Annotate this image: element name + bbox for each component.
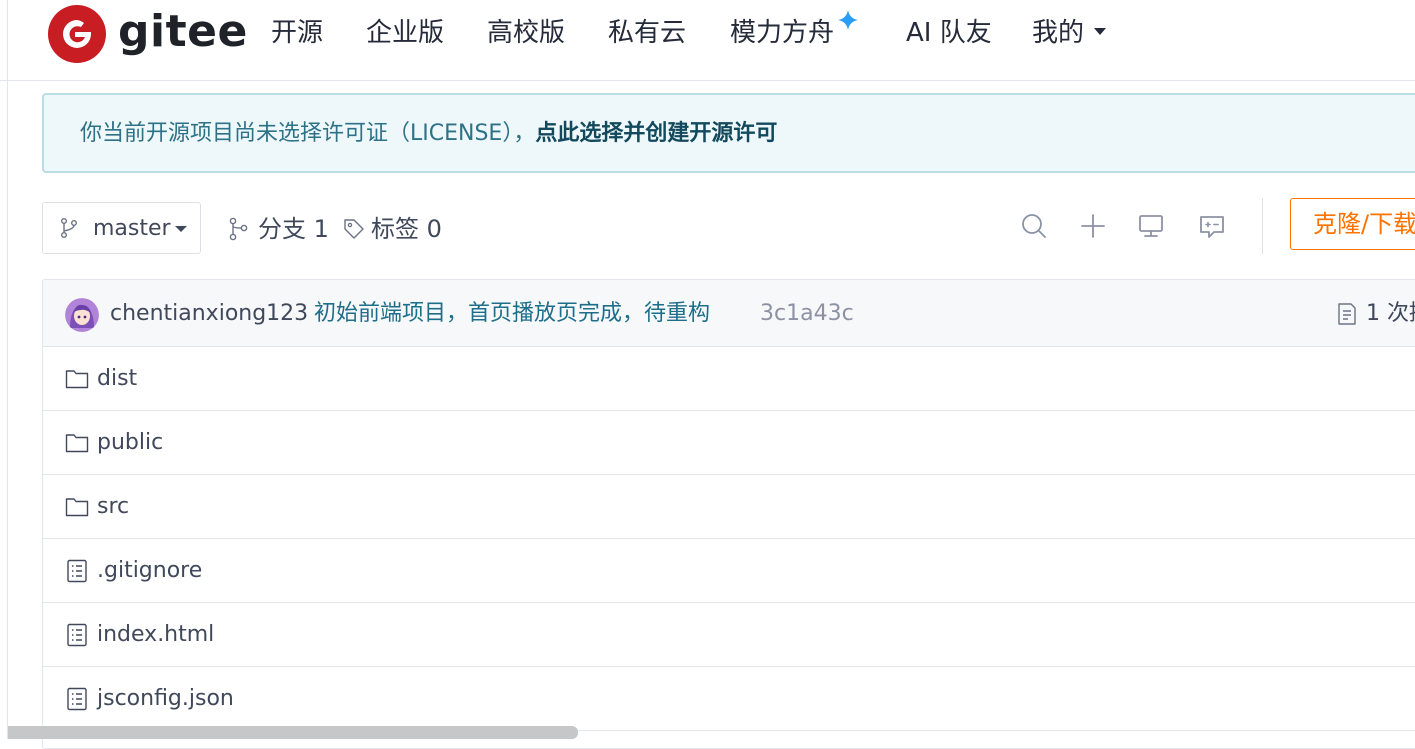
file-row-index-html[interactable]: index.html <box>43 603 1415 667</box>
file-text-icon <box>67 559 87 583</box>
logo-wordmark[interactable]: gitee <box>118 2 248 62</box>
caret-down-icon <box>1094 28 1107 35</box>
license-notice: 你当前开源项目尚未选择许可证（LICENSE），点此选择并创建开源许可 <box>80 118 777 150</box>
branch-name: master <box>93 216 171 241</box>
create-license-link[interactable]: 点此选择并创建开源许可 <box>535 121 777 146</box>
nav-open-source[interactable]: 开源 <box>271 14 323 52</box>
file-name[interactable]: jsconfig.json <box>97 684 234 714</box>
branch-icon <box>61 218 77 238</box>
nav-ai-teammate[interactable]: AI 队友 <box>906 14 992 52</box>
branches-count: 分支 1 <box>258 215 329 243</box>
folder-icon <box>65 370 89 389</box>
plus-icon[interactable] <box>1078 211 1108 241</box>
tag-icon <box>344 219 364 239</box>
commit-message[interactable]: 初始前端项目，首页播放页完成，待重构 <box>314 298 710 330</box>
commits-count: 1 次提 <box>1366 301 1415 326</box>
avatar[interactable] <box>65 298 99 332</box>
file-name[interactable]: src <box>97 492 129 522</box>
commit-sha[interactable]: 3c1a43c <box>760 298 854 330</box>
document-list-icon <box>1338 303 1356 325</box>
nav-moli-ark[interactable]: 模力方舟 <box>730 14 834 52</box>
file-text-icon <box>67 623 87 647</box>
branches-link[interactable]: 分支 1 <box>228 213 329 245</box>
file-name[interactable]: index.html <box>97 620 214 650</box>
monitor-icon[interactable] <box>1136 211 1166 241</box>
toolbar-divider <box>1262 198 1263 254</box>
horizontal-scrollbar[interactable] <box>8 726 578 739</box>
commit-author[interactable]: chentianxiong123 <box>110 298 308 330</box>
folder-icon <box>65 498 89 517</box>
top-navbar: gitee 开源 企业版 高校版 私有云 模力方舟 AI 队友 我的 <box>0 0 1415 81</box>
file-list: chentianxiong123 初始前端项目，首页播放页完成，待重构 3c1a… <box>42 279 1415 749</box>
file-name[interactable]: .gitignore <box>97 556 202 586</box>
folder-icon <box>65 434 89 453</box>
nav-enterprise[interactable]: 企业版 <box>366 14 444 52</box>
tags-link[interactable]: 标签 0 <box>342 213 442 245</box>
comment-icon[interactable] <box>1197 211 1227 241</box>
page-left-border <box>7 0 8 739</box>
commits-count-link[interactable]: 1 次提 <box>1336 298 1415 330</box>
file-row-src[interactable]: src <box>43 475 1415 539</box>
file-name[interactable]: public <box>97 428 163 458</box>
tags-count: 标签 0 <box>371 215 442 243</box>
file-row-public[interactable]: public <box>43 411 1415 475</box>
nav-mine-label: 我的 <box>1032 18 1085 48</box>
file-row-dist[interactable]: dist <box>43 347 1415 411</box>
nav-private-cloud[interactable]: 私有云 <box>608 14 686 52</box>
branch-icon <box>229 217 248 241</box>
nav-education[interactable]: 高校版 <box>487 14 565 52</box>
license-notice-banner: 你当前开源项目尚未选择许可证（LICENSE），点此选择并创建开源许可 <box>42 93 1415 173</box>
file-name[interactable]: dist <box>97 364 137 394</box>
file-row-gitignore[interactable]: .gitignore <box>43 539 1415 603</box>
caret-down-icon <box>175 226 187 232</box>
nav-mine-dropdown[interactable]: 我的 <box>1032 14 1107 52</box>
file-text-icon <box>67 687 87 711</box>
latest-commit-bar: chentianxiong123 初始前端项目，首页播放页完成，待重构 3c1a… <box>43 280 1415 347</box>
gitee-logo-icon[interactable] <box>48 5 106 63</box>
sparkle-icon <box>838 10 858 30</box>
branch-select[interactable]: master <box>42 202 201 254</box>
clone-download-button[interactable]: 克隆/下载 <box>1290 198 1415 250</box>
file-row-jsconfig[interactable]: jsconfig.json <box>43 667 1415 731</box>
license-notice-text: 你当前开源项目尚未选择许可证（LICENSE）， <box>80 121 536 146</box>
search-icon[interactable] <box>1019 211 1049 241</box>
